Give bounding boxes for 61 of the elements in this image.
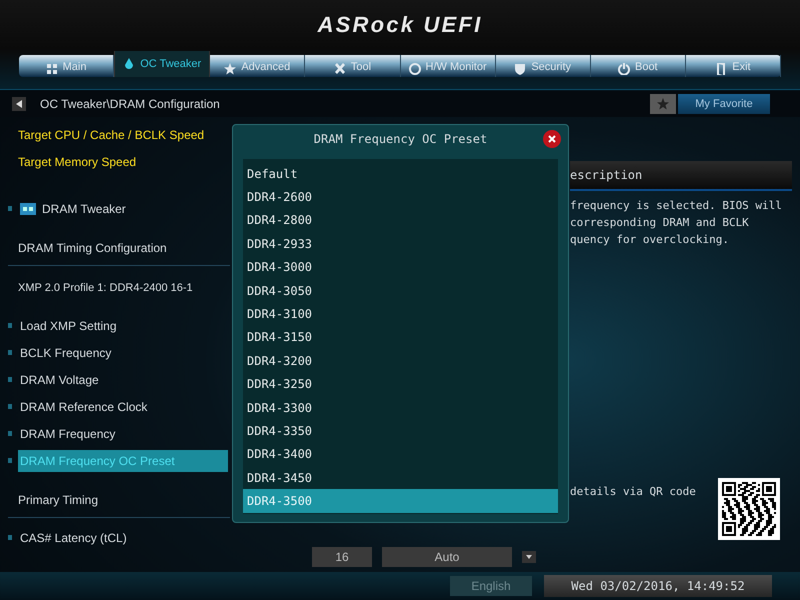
preset-option[interactable]: DDR4-3450 <box>243 466 558 490</box>
preset-option[interactable]: DDR4-3400 <box>243 442 558 466</box>
bullet-icon <box>8 206 12 211</box>
preset-option[interactable]: Default <box>243 162 558 186</box>
star-icon <box>657 98 669 110</box>
submenu-icon <box>20 202 36 214</box>
dialog-title: DRAM Frequency OC Preset <box>314 131 488 148</box>
description-title: escription <box>570 161 792 191</box>
section-heading: DRAM Timing Configuration <box>18 240 167 257</box>
option-dropdown[interactable]: Auto <box>382 547 512 567</box>
close-button[interactable] <box>543 130 561 148</box>
preset-option[interactable]: DDR4-3300 <box>243 396 558 420</box>
bullet-icon <box>8 350 12 355</box>
preset-option[interactable]: DDR4-2600 <box>243 185 558 209</box>
close-icon <box>548 135 556 143</box>
bullet-icon <box>8 535 12 540</box>
description-text: quency for overclocking. <box>570 232 730 248</box>
info-label: Target Memory Speed <box>18 154 136 170</box>
preset-option[interactable]: DDR4-3100 <box>243 302 558 326</box>
back-button[interactable] <box>12 97 26 111</box>
preset-option[interactable]: DDR4-3200 <box>243 349 558 373</box>
description-text: corresponding DRAM and BCLK <box>570 215 750 231</box>
preset-option[interactable]: DDR4-3350 <box>243 419 558 443</box>
power-icon <box>618 63 630 75</box>
preset-option[interactable]: DDR4-3050 <box>243 278 558 302</box>
bullet-icon <box>8 323 12 328</box>
preset-option[interactable]: DDR4-2933 <box>243 232 558 256</box>
setting-item[interactable]: CAS# Latency (tCL) <box>18 526 232 548</box>
favorite-star-button[interactable] <box>650 94 676 114</box>
star-icon <box>224 63 236 75</box>
bullet-icon <box>8 377 12 382</box>
setting-item[interactable]: Load XMP Setting <box>18 314 228 336</box>
grid-icon <box>46 63 58 75</box>
setting-item[interactable]: DRAM Voltage <box>18 368 228 390</box>
setting-item[interactable]: BCLK Frequency <box>18 342 228 364</box>
info-label: Target CPU / Cache / BCLK Speed <box>18 126 204 144</box>
door-icon <box>715 63 728 75</box>
qr-code <box>718 478 780 540</box>
preset-option[interactable]: DDR4-3250 <box>243 372 558 396</box>
bullet-icon <box>8 404 12 409</box>
breadcrumb: OC Tweaker\DRAM Configuration <box>40 96 220 113</box>
section-heading: Primary Timing <box>18 492 98 509</box>
logo: ASRock UEFI <box>318 11 482 39</box>
setting-item[interactable]: DRAM Frequency <box>18 422 228 444</box>
my-favorite-button[interactable]: My Favorite <box>678 94 770 114</box>
date-time: Wed 03/02/2016, 14:49:52 <box>544 575 772 597</box>
value-field: 16 <box>312 547 372 567</box>
description-text: frequency is selected. BIOS will <box>570 198 783 214</box>
preset-option[interactable]: DDR4-3000 <box>243 256 558 279</box>
bullet-icon <box>8 458 12 463</box>
xmp-profile-text: XMP 2.0 Profile 1: DDR4-2400 16-1 <box>18 280 193 296</box>
qr-caption: details via QR code <box>570 484 696 500</box>
preset-option[interactable]: DDR4-2800 <box>243 208 558 232</box>
shield-icon <box>514 63 526 75</box>
tab[interactable]: OC Tweaker <box>114 51 210 77</box>
back-icon <box>16 100 22 108</box>
setting-item[interactable]: DRAM Reference Clock <box>18 396 228 418</box>
setting-item[interactable]: DRAM Tweaker <box>18 198 228 220</box>
drop-icon <box>123 58 136 70</box>
preset-option[interactable]: DDR4-3150 <box>243 326 558 350</box>
bullet-icon <box>8 431 12 436</box>
